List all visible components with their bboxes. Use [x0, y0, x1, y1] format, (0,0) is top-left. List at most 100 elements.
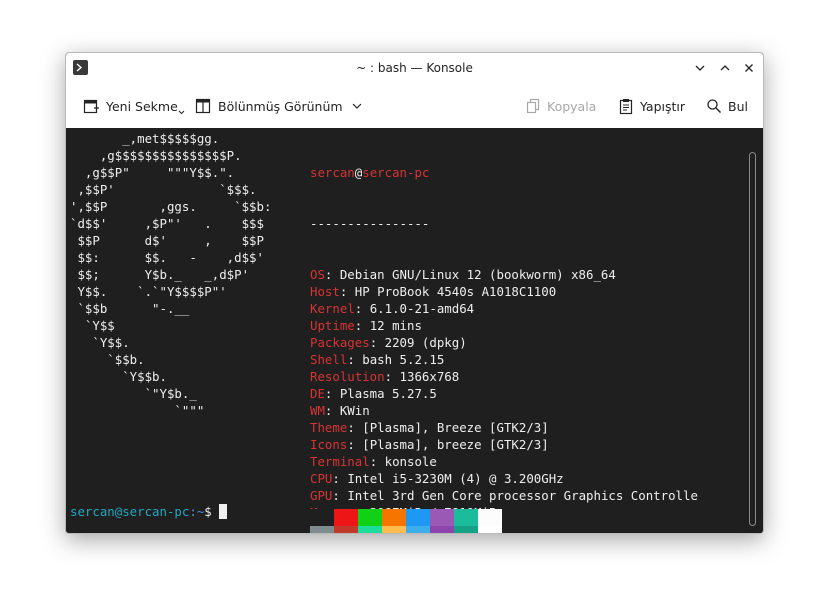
ascii-line: `d$$' ,$P"' . $$$	[70, 216, 264, 231]
palette-row-bottom	[310, 526, 502, 533]
palette-swatch	[478, 526, 502, 533]
debian-ascii-logo: _,met$$$$$gg. ,g$$$$$$$$$$$$$$$P. ,g$$P"…	[70, 130, 271, 419]
konsole-window: ~ : bash — Konsole Yeni Sekme Bölünmüş G…	[65, 52, 764, 534]
info-value: Intel i5-3230M (4) @ 3.200GHz	[347, 471, 564, 486]
info-key: Terminal	[310, 454, 370, 469]
info-row-gpu: GPU: Intel 3rd Gen Core processor Graphi…	[310, 487, 698, 504]
palette-swatch	[310, 526, 334, 533]
info-key: Shell	[310, 352, 348, 367]
info-row-kernel: Kernel: 6.1.0-21-amd64	[310, 300, 698, 317]
terminal-area[interactable]: _,met$$$$$gg. ,g$$$$$$$$$$$$$$$P. ,g$$P"…	[66, 128, 763, 533]
ascii-line: `"""	[70, 403, 205, 418]
info-colon: :	[354, 318, 370, 333]
ascii-line: ',$$P ,ggs. `$$b:	[70, 199, 272, 214]
info-colon: :	[339, 284, 355, 299]
ascii-line: `Y$$.	[70, 335, 130, 350]
info-colon: :	[369, 454, 385, 469]
info-value: konsole	[384, 454, 437, 469]
palette-swatch	[358, 526, 382, 533]
info-value: 6.1.0-21-amd64	[369, 301, 475, 316]
info-value: [Plasma], Breeze [GTK2/3]	[362, 420, 549, 435]
info-row-resolution: Resolution: 1366x768	[310, 368, 698, 385]
new-tab-icon	[83, 99, 99, 114]
info-row-cpu: CPU: Intel i5-3230M (4) @ 3.200GHz	[310, 470, 698, 487]
ascii-line: `$$b "-.__	[70, 301, 190, 316]
ascii-line: ,g$$$$$$$$$$$$$$$P.	[70, 148, 242, 163]
info-value: KWin	[339, 403, 370, 418]
info-row-de: DE: Plasma 5.27.5	[310, 385, 698, 402]
paste-icon	[619, 99, 633, 115]
minimize-button[interactable]	[692, 60, 708, 76]
info-key: Icons	[310, 437, 348, 452]
find-label: Bul	[728, 98, 748, 114]
palette-swatch	[382, 526, 406, 533]
info-key: CPU	[310, 471, 333, 486]
info-value: Plasma 5.27.5	[339, 386, 437, 401]
info-row-wm: WM: KWin	[310, 402, 698, 419]
palette-row-top	[310, 509, 502, 526]
paste-label: Yapıştır	[640, 98, 686, 114]
info-value: HP ProBook 4540s A1018C1100	[354, 284, 557, 299]
info-row-theme: Theme: [Plasma], Breeze [GTK2/3]	[310, 419, 698, 436]
copy-icon	[526, 98, 540, 114]
new-tab-button[interactable]: Yeni Sekme	[82, 96, 185, 116]
split-view-label: Bölünmüş Görünüm	[218, 98, 343, 114]
ascii-line: $$P d$' , $$P	[70, 233, 264, 248]
username: sercan	[310, 165, 355, 180]
ascii-line: ,$$P' `$$$.	[70, 182, 257, 197]
info-key: Packages	[310, 335, 370, 350]
palette-swatch	[310, 509, 334, 526]
close-icon	[745, 64, 753, 72]
chevron-down-icon	[352, 103, 361, 109]
find-button[interactable]: Bul	[706, 96, 748, 116]
ascii-line: $$: $$. - ,d$$'	[70, 250, 264, 265]
copy-button[interactable]: Kopyala	[525, 96, 596, 116]
info-colon: :	[332, 488, 348, 503]
chevron-down-icon	[695, 65, 705, 71]
ascii-line: `Y$$	[70, 318, 115, 333]
search-icon	[707, 99, 721, 113]
split-view-icon	[195, 98, 211, 114]
palette-swatch	[406, 509, 430, 526]
info-colon: :	[369, 335, 385, 350]
chevron-up-icon	[720, 65, 730, 71]
shell-prompt[interactable]: sercan@sercan-pc:~$	[70, 503, 228, 520]
prompt-sign: $	[204, 504, 220, 519]
color-palette	[310, 509, 502, 533]
hostname: sercan-pc	[362, 165, 430, 180]
ascii-line: Y$$. `.`"Y$$$$P"'	[70, 284, 227, 299]
info-row-shell: Shell: bash 5.2.15	[310, 351, 698, 368]
info-row-os: OS: Debian GNU/Linux 12 (bookworm) x86_6…	[310, 266, 698, 283]
paste-button[interactable]: Yapıştır	[618, 96, 685, 116]
split-view-button[interactable]: Bölünmüş Görünüm	[194, 96, 363, 116]
info-colon: :	[347, 352, 363, 367]
info-colon: :	[324, 267, 340, 282]
prompt-directory: :~	[189, 504, 205, 519]
maximize-button[interactable]	[717, 60, 733, 76]
copy-label: Kopyala	[547, 98, 597, 114]
ascii-line: $$; Y$b._ _,d$P'	[70, 267, 250, 282]
ascii-line: `"Y$b._	[70, 386, 197, 401]
info-row-icons: Icons: [Plasma], breeze [GTK2/3]	[310, 436, 698, 453]
ascii-line: `Y$$b.	[70, 369, 167, 384]
info-colon: :	[324, 403, 340, 418]
info-value: 12 mins	[369, 318, 422, 333]
info-value: Debian GNU/Linux 12 (bookworm) x86_64	[339, 267, 616, 282]
info-value: 2209 (dpkg)	[384, 335, 467, 350]
prompt-user-host: sercan@sercan-pc	[70, 504, 190, 519]
window-title: ~ : bash — Konsole	[356, 61, 473, 75]
info-key: Host	[310, 284, 340, 299]
info-colon: :	[384, 369, 400, 384]
chevron-down-icon	[178, 110, 185, 114]
close-button[interactable]	[741, 60, 757, 76]
palette-swatch	[454, 509, 478, 526]
info-value: bash 5.2.15	[362, 352, 445, 367]
info-value: Intel 3rd Gen Core processor Graphics Co…	[347, 488, 698, 503]
title-bar[interactable]: ~ : bash — Konsole	[66, 53, 763, 83]
new-tab-label: Yeni Sekme	[106, 98, 178, 114]
user-host-line: sercan@sercan-pc	[310, 164, 698, 181]
info-key: OS	[310, 267, 325, 282]
system-info: sercan@sercan-pc ---------------- OS: De…	[310, 130, 698, 533]
info-row-host: Host: HP ProBook 4540s A1018C1100	[310, 283, 698, 300]
scrollbar[interactable]	[749, 152, 756, 526]
